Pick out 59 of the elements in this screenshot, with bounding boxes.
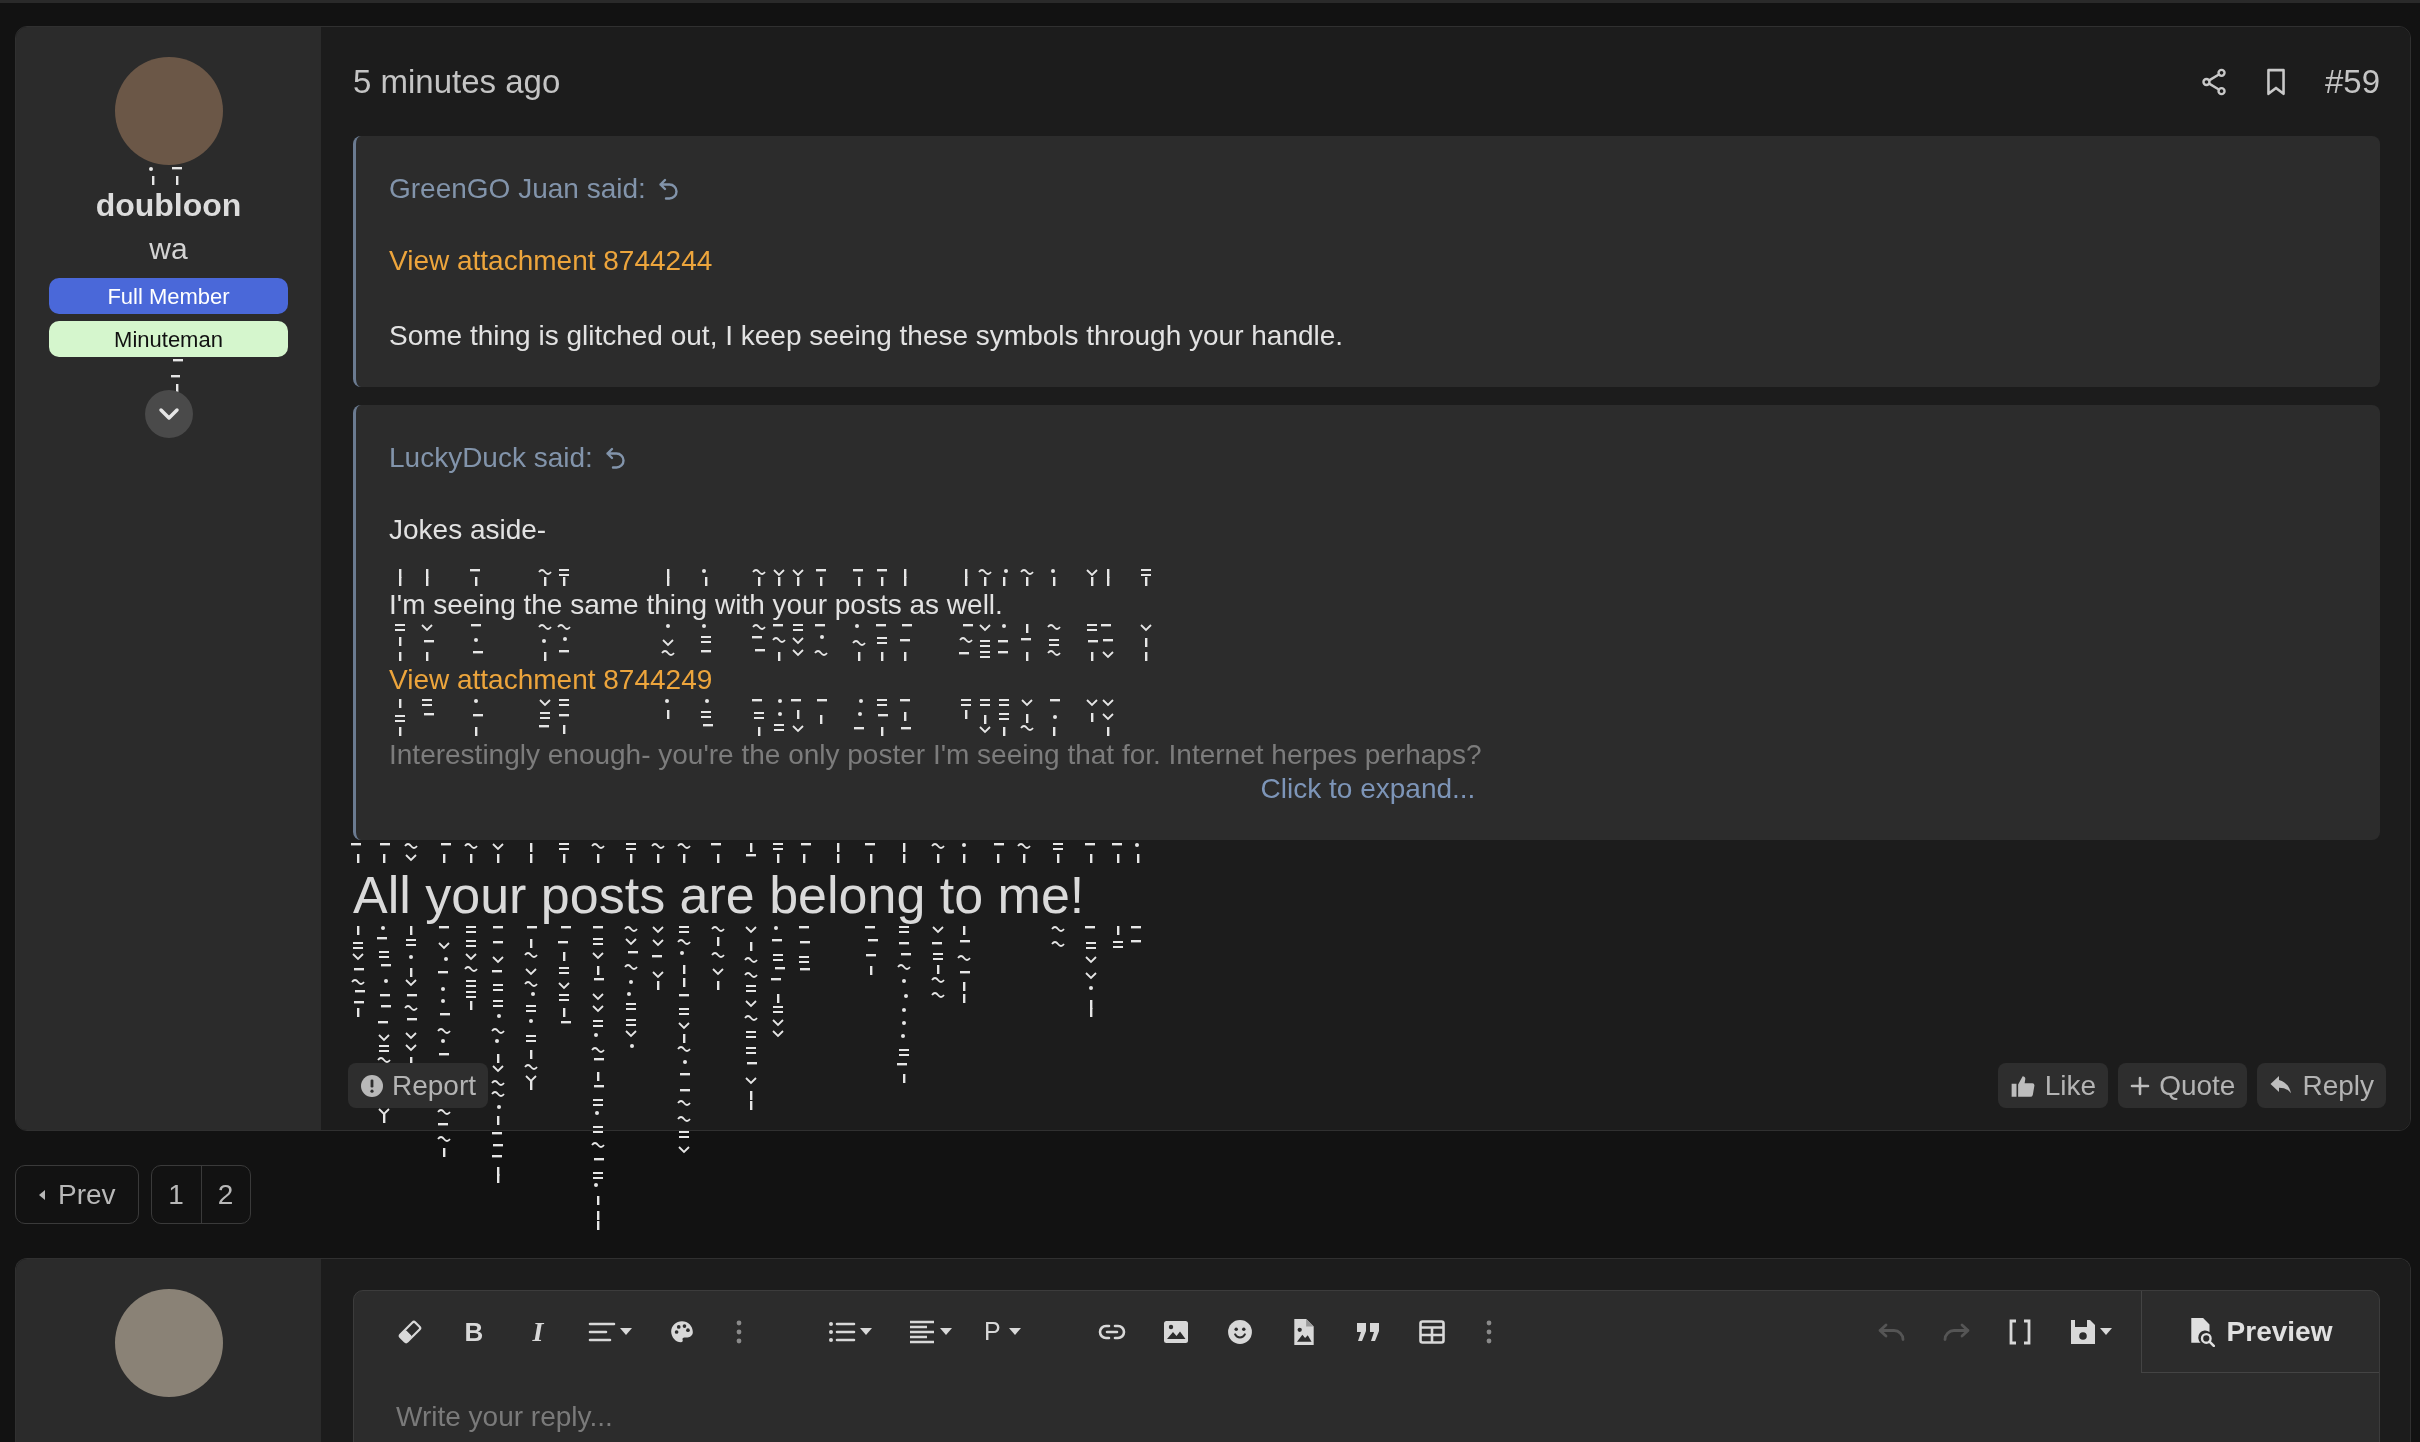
caret-down-icon bbox=[860, 1328, 872, 1336]
post-message: All your posts are belong to me! bbox=[353, 865, 1085, 925]
quote-attribution: LuckyDuck said: bbox=[389, 441, 593, 475]
expand-link[interactable]: Click to expand... bbox=[1260, 771, 1476, 807]
caret-down-icon bbox=[620, 1328, 632, 1336]
page-link[interactable]: 2 bbox=[200, 1166, 250, 1223]
chevron-down-icon bbox=[157, 407, 180, 421]
eraser-icon bbox=[397, 1319, 423, 1345]
smiley-icon bbox=[1226, 1319, 1253, 1345]
image-icon bbox=[1162, 1320, 1189, 1344]
document-search-icon bbox=[2188, 1316, 2215, 1347]
share-icon[interactable] bbox=[2200, 68, 2227, 96]
align-left-icon bbox=[588, 1320, 616, 1344]
caret-left-icon bbox=[38, 1188, 46, 1201]
curved-arrow-icon[interactable] bbox=[657, 177, 680, 201]
quote-attribution: GreenGO Juan said: bbox=[389, 172, 646, 206]
redo-icon bbox=[1942, 1322, 1970, 1342]
user-badge: Full Member bbox=[49, 278, 288, 314]
quote-marks-icon bbox=[1355, 1322, 1380, 1342]
bookmark-icon[interactable] bbox=[2264, 68, 2287, 96]
post-number[interactable]: #59 bbox=[2324, 57, 2380, 107]
reply-field[interactable]: Write your reply... bbox=[396, 1399, 2296, 1435]
table-icon bbox=[1418, 1320, 1445, 1344]
plus-icon bbox=[2130, 1075, 2151, 1096]
file-image-icon bbox=[1292, 1318, 1315, 1346]
post-timestamp[interactable]: 5 minutes ago bbox=[353, 57, 561, 107]
italic-button[interactable]: I bbox=[506, 1307, 570, 1357]
expand-button[interactable] bbox=[144, 390, 193, 438]
list-icon bbox=[828, 1320, 856, 1344]
brackets-icon bbox=[2008, 1319, 2032, 1345]
more-icon bbox=[1485, 1320, 1492, 1344]
caret-down-icon bbox=[2100, 1328, 2112, 1336]
exclamation-circle-icon bbox=[360, 1073, 384, 1098]
attachment-link[interactable]: View attachment 8744244 bbox=[389, 243, 713, 279]
quote-text: Some thing is glitched out, I keep seeing these symbols through your handle. bbox=[389, 319, 1344, 353]
align-justify-icon bbox=[908, 1319, 936, 1345]
more-icon bbox=[736, 1320, 742, 1344]
paragraph-dropdown[interactable]: P bbox=[970, 1307, 1035, 1357]
caret-down-icon bbox=[1008, 1328, 1021, 1336]
quote-text: Interestingly enough- you're the only poster I'm seeing that for. Internet herpes perhaps? bbox=[389, 738, 1482, 772]
palette-icon bbox=[669, 1319, 695, 1345]
quote-text: Jokes aside- bbox=[389, 513, 547, 547]
username[interactable]: doubloon bbox=[95, 186, 242, 224]
attachment-link[interactable]: View attachment 8744249 bbox=[389, 662, 713, 698]
like-button[interactable]: Like bbox=[1997, 1063, 2109, 1108]
page-link[interactable]: 1 bbox=[151, 1166, 201, 1223]
quote-button[interactable]: Quote bbox=[2118, 1063, 2248, 1108]
caret-down-icon bbox=[940, 1328, 952, 1336]
report-button[interactable]: Report bbox=[348, 1063, 489, 1108]
bold-button[interactable]: B bbox=[442, 1307, 506, 1357]
prev-button[interactable]: Prev bbox=[15, 1165, 139, 1224]
quote-text: I'm seeing the same thing with your posts as well. bbox=[389, 588, 1003, 622]
preview-button[interactable]: Preview bbox=[2141, 1291, 2379, 1373]
reply-button[interactable]: Reply bbox=[2257, 1063, 2386, 1108]
user-badge: Minuteman bbox=[49, 321, 288, 357]
user-title: wa bbox=[149, 231, 188, 267]
curved-arrow-icon[interactable] bbox=[604, 446, 627, 470]
undo-icon bbox=[1878, 1322, 1906, 1342]
link-icon bbox=[1097, 1323, 1126, 1341]
